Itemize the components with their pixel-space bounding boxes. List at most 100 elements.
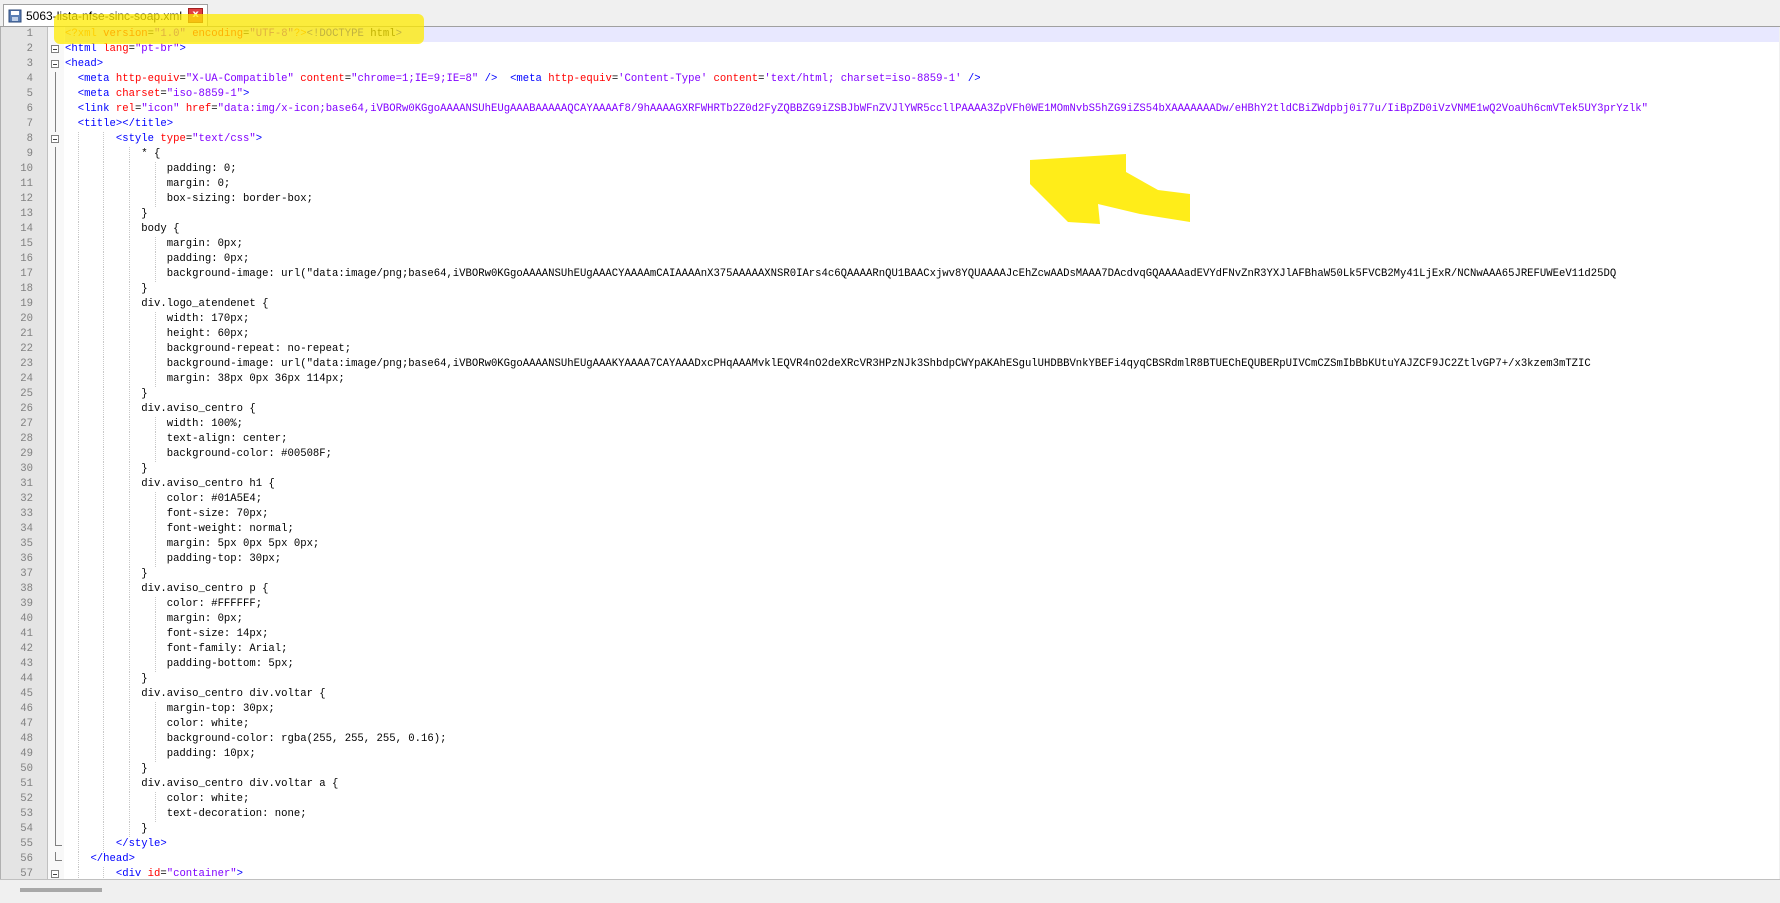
indent-guide	[103, 372, 105, 387]
scrollbar-thumb[interactable]	[20, 888, 102, 892]
highlighter-arrow-annotation	[1030, 154, 1190, 224]
line-number: 1	[26, 28, 33, 40]
code-line[interactable]: 52 color: white;	[1, 792, 1779, 807]
code-line[interactable]: 2 <html lang="pt-br">	[1, 42, 1779, 57]
code-line[interactable]: 55 </style>	[1, 837, 1779, 852]
code-line[interactable]: 21 height: 60px;	[1, 327, 1779, 342]
code-line[interactable]: 47 color: white;	[1, 717, 1779, 732]
code-token: margin: 0px;	[166, 238, 244, 250]
code-line[interactable]: 15 margin: 0px;	[1, 237, 1779, 252]
code-line[interactable]: 57 <div id="container">	[1, 867, 1779, 879]
indent-guide	[77, 582, 79, 597]
code-token: div.logo_atendenet {	[141, 298, 269, 310]
code-line[interactable]: 28 text-align: center;	[1, 432, 1779, 447]
code-line[interactable]: 40 margin: 0px;	[1, 612, 1779, 627]
code-line[interactable]: 16 padding: 0px;	[1, 252, 1779, 267]
indent-guide	[103, 537, 105, 552]
code-line[interactable]: 25 }	[1, 387, 1779, 402]
code-line[interactable]: 51 div.aviso_centro div.voltar a {	[1, 777, 1779, 792]
fold-guide	[55, 432, 56, 447]
code-line[interactable]: 6 <link rel="icon" href="data:img/x-icon…	[1, 102, 1779, 117]
indent-guide	[129, 357, 130, 372]
code-line[interactable]: 50 }	[1, 762, 1779, 777]
indent-guide	[129, 267, 130, 282]
code-line[interactable]: 48 background-color: rgba(255, 255, 255,…	[1, 732, 1779, 747]
code-line[interactable]: 45 div.aviso_centro div.voltar {	[1, 687, 1779, 702]
code-text: background-color: rgba(255, 255, 255, 0.…	[65, 732, 1779, 747]
code-line[interactable]: 3 <head>	[1, 57, 1779, 72]
code-text: * {	[65, 147, 1779, 162]
indent-guide	[154, 597, 156, 612]
code-line[interactable]: 39 color: #FFFFFF;	[1, 597, 1779, 612]
code-line[interactable]: 54 }	[1, 822, 1779, 837]
code-line[interactable]: 42 font-family: Arial;	[1, 642, 1779, 657]
code-line[interactable]: 53 text-decoration: none;	[1, 807, 1779, 822]
code-line[interactable]: 20 width: 170px;	[1, 312, 1779, 327]
indent-guide	[103, 477, 105, 492]
code-line[interactable]: 26 div.aviso_centro {	[1, 402, 1779, 417]
fold-guide	[55, 642, 56, 657]
code-line[interactable]: 7 <title></title>	[1, 117, 1779, 132]
code-line[interactable]: 44 }	[1, 672, 1779, 687]
code-line[interactable]: 30 }	[1, 462, 1779, 477]
fold-toggle-icon[interactable]	[51, 135, 59, 143]
code-line[interactable]: 18 }	[1, 282, 1779, 297]
code-line[interactable]: 43 padding-bottom: 5px;	[1, 657, 1779, 672]
code-line[interactable]: 35 margin: 5px 0px 5px 0px;	[1, 537, 1779, 552]
indent-guide	[77, 867, 79, 879]
fold-guide	[55, 597, 56, 612]
indent-guide	[129, 507, 130, 522]
code-line[interactable]: 10 padding: 0;	[1, 162, 1779, 177]
indent-guide	[129, 177, 130, 192]
indent-guide	[77, 567, 79, 582]
indent-guide	[154, 252, 156, 267]
code-token: padding: 0px;	[166, 253, 250, 265]
code-text: padding-bottom: 5px;	[65, 657, 1779, 672]
code-line[interactable]: 31 div.aviso_centro h1 {	[1, 477, 1779, 492]
code-line[interactable]: 17 background-image: url("data:image/png…	[1, 267, 1779, 282]
code-line[interactable]: 23 background-image: url("data:image/png…	[1, 357, 1779, 372]
code-line[interactable]: 13 }	[1, 207, 1779, 222]
code-line[interactable]: 46 margin-top: 30px;	[1, 702, 1779, 717]
code-token: href	[185, 103, 212, 115]
code-token: margin: 38px 0px 36px 114px;	[166, 373, 345, 385]
code-line[interactable]: 38 div.aviso_centro p {	[1, 582, 1779, 597]
indent-guide	[103, 492, 105, 507]
code-line[interactable]: 41 font-size: 14px;	[1, 627, 1779, 642]
code-line[interactable]: 29 background-color: #00508F;	[1, 447, 1779, 462]
code-line[interactable]: 5 <meta charset="iso-8859-1">	[1, 87, 1779, 102]
code-token: color: #FFFFFF;	[166, 598, 263, 610]
horizontal-scrollbar[interactable]	[0, 879, 1780, 903]
fold-toggle-icon[interactable]	[51, 45, 59, 53]
code-line[interactable]: 56 </head>	[1, 852, 1779, 867]
line-number: 46	[20, 703, 33, 715]
code-line[interactable]: 11 margin: 0;	[1, 177, 1779, 192]
fold-toggle-icon[interactable]	[51, 60, 59, 68]
line-number: 52	[20, 793, 33, 805]
code-line[interactable]: 8 <style type="text/css">	[1, 132, 1779, 147]
code-line[interactable]: 14 body {	[1, 222, 1779, 237]
indent-guide	[154, 492, 156, 507]
code-line[interactable]: 19 div.logo_atendenet {	[1, 297, 1779, 312]
code-text: padding: 10px;	[65, 747, 1779, 762]
code-line[interactable]: 34 font-weight: normal;	[1, 522, 1779, 537]
code-editor[interactable]: 1<?xml version="1.0" encoding="UTF-8"?><…	[0, 27, 1779, 879]
code-line[interactable]: 49 padding: 10px;	[1, 747, 1779, 762]
code-line[interactable]: 4 <meta http-equiv="X-UA-Compatible" con…	[1, 72, 1779, 87]
code-line[interactable]: 37 }	[1, 567, 1779, 582]
code-line[interactable]: 22 background-repeat: no-repeat;	[1, 342, 1779, 357]
code-line[interactable]: 12 box-sizing: border-box;	[1, 192, 1779, 207]
indent-guide	[154, 732, 156, 747]
code-line[interactable]: 36 padding-top: 30px;	[1, 552, 1779, 567]
indent-guide	[103, 552, 105, 567]
indent-guide	[77, 492, 79, 507]
code-line[interactable]: 33 font-size: 70px;	[1, 507, 1779, 522]
code-line[interactable]: 27 width: 100%;	[1, 417, 1779, 432]
code-line[interactable]: 32 color: #01A5E4;	[1, 492, 1779, 507]
code-line[interactable]: 24 margin: 38px 0px 36px 114px;	[1, 372, 1779, 387]
fold-guide	[55, 282, 56, 297]
code-text: }	[65, 822, 1779, 837]
code-line[interactable]: 9 * {	[1, 147, 1779, 162]
fold-guide	[55, 372, 56, 387]
fold-toggle-icon[interactable]	[51, 870, 59, 878]
